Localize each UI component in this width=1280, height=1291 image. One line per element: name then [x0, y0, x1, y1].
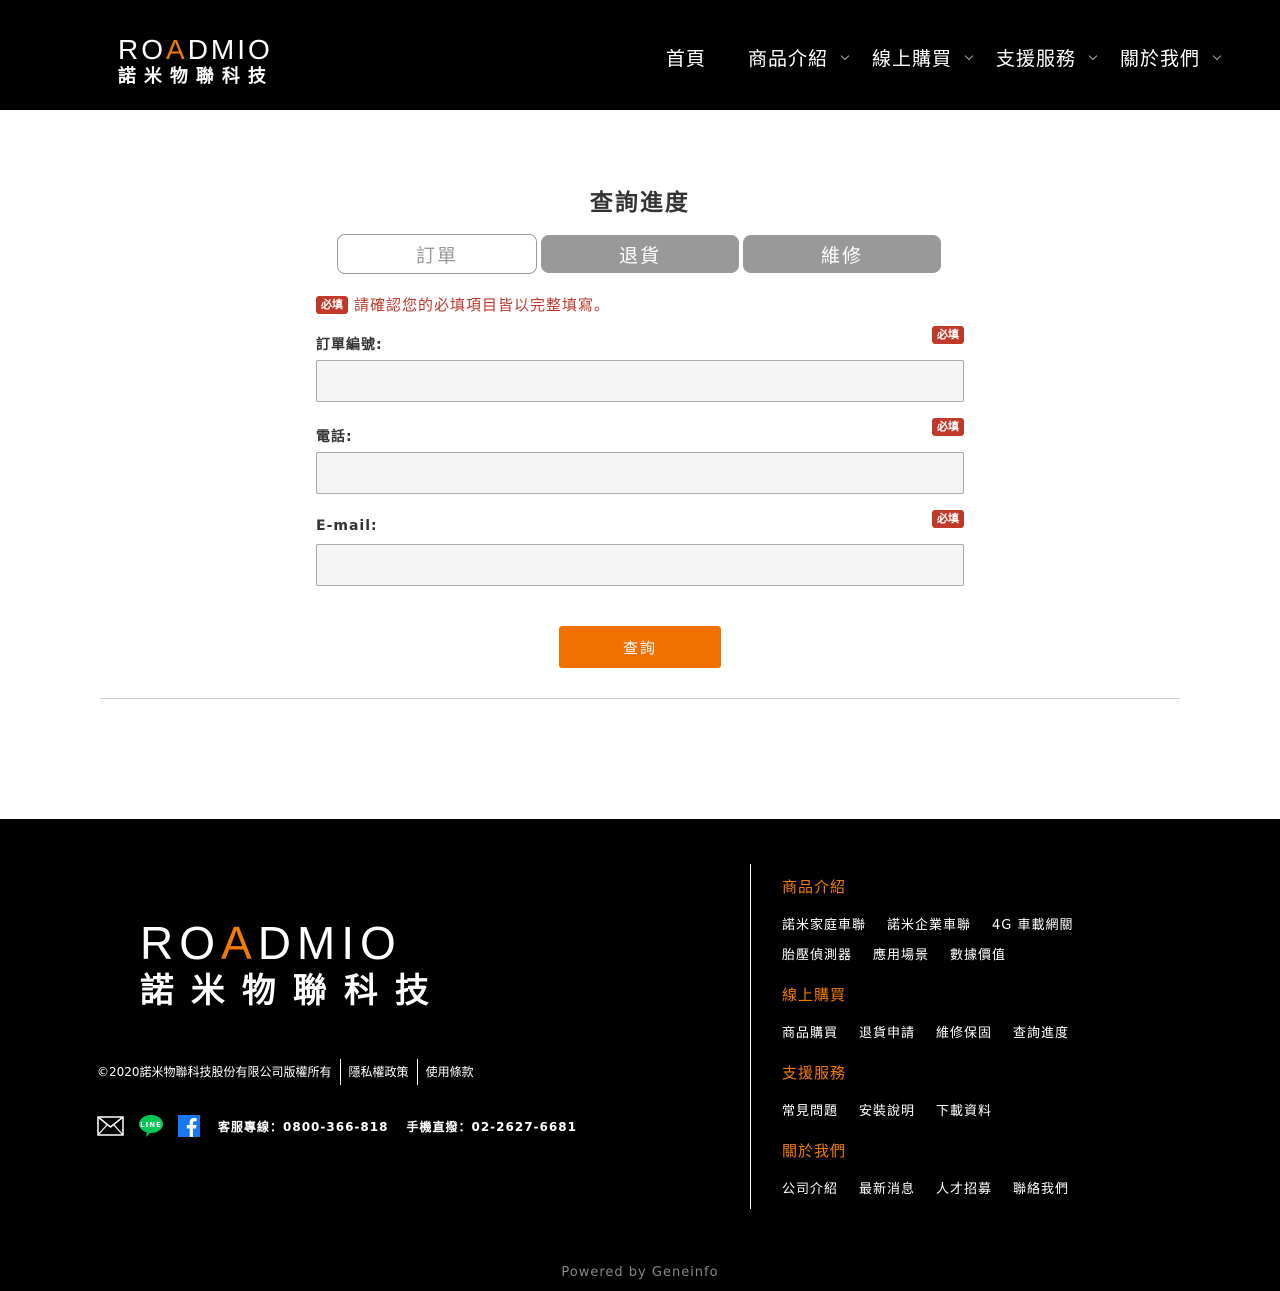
- footer-link[interactable]: 諾米家庭車聯: [782, 911, 866, 941]
- field-label: 訂單編號:: [316, 337, 383, 353]
- service-line: 客服專線：0800-366-818: [218, 1119, 389, 1134]
- footer-link[interactable]: 應用場景: [873, 941, 929, 971]
- tab-repair[interactable]: 維修: [743, 235, 941, 273]
- footer-links-shop: 商品購買 退貨申請 維修保固 查詢進度: [782, 1019, 1112, 1049]
- nav-products[interactable]: 商品介紹: [748, 44, 850, 71]
- footer-heading-shop: 線上購買: [782, 986, 847, 1004]
- query-button[interactable]: 查詢: [559, 626, 721, 668]
- footer-link[interactable]: 聯絡我們: [1013, 1175, 1069, 1205]
- footer-link[interactable]: 4G 車載網關: [992, 911, 1073, 941]
- facebook-icon[interactable]: [178, 1115, 200, 1137]
- logo-wordmark: ROADMIO: [118, 34, 273, 65]
- footer-links-support: 常見問題 安裝說明 下載資料: [782, 1097, 1112, 1127]
- site-logo[interactable]: ROADMIO 諾米物聯科技: [118, 36, 274, 88]
- main-nav: 首頁 商品介紹 線上購買 支援服務 關於我們: [666, 44, 1222, 71]
- required-badge: 必填: [932, 510, 964, 528]
- footer-links: 商品介紹 諾米家庭車聯 諾米企業車聯 4G 車載網關 胎壓偵測器 應用場景 數據…: [782, 877, 1222, 1219]
- footer-links-about: 公司介紹 最新消息 人才招募 聯絡我們: [782, 1175, 1112, 1205]
- divider: [100, 698, 1180, 699]
- logo-chinese: 諾米物聯科技: [140, 971, 446, 1011]
- mail-icon[interactable]: [97, 1116, 124, 1136]
- footer-link[interactable]: 下載資料: [936, 1097, 992, 1127]
- footer-links-products: 諾米家庭車聯 諾米企業車聯 4G 車載網關 胎壓偵測器 應用場景 數據價值: [782, 911, 1112, 971]
- footer-link[interactable]: 查詢進度: [1013, 1019, 1069, 1049]
- nav-support[interactable]: 支援服務: [996, 44, 1098, 71]
- svg-text:LINE: LINE: [140, 1121, 162, 1129]
- chevron-down-icon: [1088, 51, 1098, 60]
- site-header: ROADMIO 諾米物聯科技 首頁 商品介紹 線上購買 支援服務 關於我們: [0, 0, 1280, 110]
- logo-chinese: 諾米物聯科技: [118, 66, 274, 87]
- email-field: E-mail: 必填: [316, 510, 964, 586]
- phone-field: 電話: 必填: [316, 418, 964, 494]
- footer-link[interactable]: 商品購買: [782, 1019, 838, 1049]
- footer-link[interactable]: 常見問題: [782, 1097, 838, 1127]
- required-badge: 必填: [316, 295, 348, 314]
- footer-heading-products: 商品介紹: [782, 878, 847, 896]
- chevron-down-icon: [964, 51, 974, 60]
- field-label: 電話:: [316, 429, 353, 445]
- footer-link[interactable]: 諾米企業車聯: [887, 911, 971, 941]
- required-notice: 必填 請確認您的必填項目皆以完整填寫。: [316, 294, 610, 315]
- page-title: 查詢進度: [590, 190, 690, 216]
- query-tabs: 訂單 退貨 維修: [337, 234, 945, 274]
- footer-divider: [750, 864, 751, 1209]
- footer-link[interactable]: 安裝說明: [859, 1097, 915, 1127]
- footer-logo[interactable]: ROADMIO 諾米物聯科技: [140, 919, 446, 1011]
- footer-link[interactable]: 人才招募: [936, 1175, 992, 1205]
- terms-link[interactable]: 使用條款: [418, 1059, 482, 1085]
- chevron-down-icon: [840, 51, 850, 60]
- line-icon[interactable]: LINE: [138, 1114, 164, 1138]
- footer-link[interactable]: 公司介紹: [782, 1175, 838, 1205]
- footer-link[interactable]: 維修保固: [936, 1019, 992, 1049]
- footer-link[interactable]: 胎壓偵測器: [782, 941, 852, 971]
- copyright-line: ©2020諾米物聯科技股份有限公司版權所有 隱私權政策 使用條款: [97, 1059, 482, 1085]
- nav-shop[interactable]: 線上購買: [872, 44, 974, 71]
- order-number-input[interactable]: [316, 360, 964, 402]
- site-footer: ROADMIO 諾米物聯科技 ©2020諾米物聯科技股份有限公司版權所有 隱私權…: [0, 819, 1280, 1291]
- footer-heading-about: 關於我們: [782, 1142, 847, 1160]
- nav-about[interactable]: 關於我們: [1120, 44, 1222, 71]
- field-label: E-mail:: [316, 518, 378, 534]
- tab-return[interactable]: 退貨: [541, 235, 739, 273]
- copyright-text: ©2020諾米物聯科技股份有限公司版權所有: [97, 1065, 332, 1079]
- footer-link[interactable]: 退貨申請: [859, 1019, 915, 1049]
- footer-heading-support: 支援服務: [782, 1064, 847, 1082]
- mobile-line: 手機直撥：02-2627-6681: [406, 1119, 577, 1134]
- tab-order[interactable]: 訂單: [337, 234, 537, 274]
- contact-line: LINE 客服專線：0800-366-818 手機直撥：02-2627-6681: [97, 1114, 591, 1138]
- chevron-down-icon: [1212, 51, 1222, 60]
- footer-link[interactable]: 最新消息: [859, 1175, 915, 1205]
- privacy-link[interactable]: 隱私權政策: [341, 1059, 417, 1085]
- required-badge: 必填: [932, 326, 964, 344]
- footer-link[interactable]: 數據價值: [950, 941, 1006, 971]
- notice-text: 請確認您的必填項目皆以完整填寫。: [354, 296, 611, 314]
- logo-wordmark: ROADMIO: [140, 917, 402, 969]
- phone-input[interactable]: [316, 452, 964, 494]
- email-input[interactable]: [316, 544, 964, 586]
- required-badge: 必填: [932, 418, 964, 436]
- nav-home[interactable]: 首頁: [666, 44, 706, 71]
- powered-by[interactable]: Powered by Geneinfo: [0, 1265, 1280, 1280]
- order-number-field: 訂單編號: 必填: [316, 326, 964, 402]
